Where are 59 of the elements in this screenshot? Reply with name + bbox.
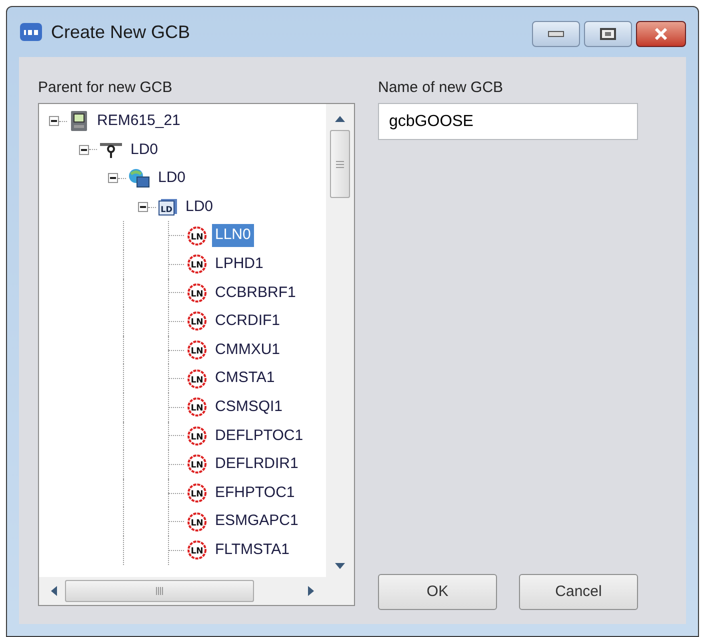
tree-item[interactable]: CCBRBRF1: [212, 282, 299, 304]
ld-icon: LD: [158, 198, 178, 216]
ln-icon: LN: [187, 483, 207, 504]
tree-item[interactable]: CMMXU1: [212, 338, 284, 362]
tree-item[interactable]: REM615_21: [94, 110, 184, 133]
tree-item[interactable]: LD0: [155, 167, 189, 190]
vertical-scrollbar[interactable]: [326, 104, 354, 577]
collapse-toggle[interactable]: [49, 116, 59, 126]
maximize-icon: [600, 28, 616, 40]
tree-item[interactable]: DEFLPTOC1: [212, 424, 306, 448]
grip-icon: [156, 587, 164, 595]
scroll-up-icon: [335, 116, 345, 122]
collapse-toggle[interactable]: [138, 202, 148, 212]
tree-item[interactable]: CMSTA1: [212, 367, 278, 390]
close-button[interactable]: [636, 21, 686, 47]
ln-icon: LN: [187, 454, 207, 474]
field-label: Name of new GCB: [378, 78, 504, 98]
ln-icon: LN: [187, 340, 207, 360]
ln-icon: LN: [187, 254, 207, 274]
tree-item[interactable]: LD0: [128, 138, 162, 162]
ln-icon: LN: [187, 282, 207, 303]
ln-icon: LN: [187, 512, 207, 532]
tree-item[interactable]: LPHD1: [212, 253, 266, 276]
device-icon: [69, 110, 89, 132]
dialog-button[interactable]: OK: [378, 574, 497, 610]
tree-item[interactable]: CSMSQI1: [212, 396, 286, 418]
scroll-left-icon: [51, 586, 57, 596]
collapse-toggle[interactable]: [108, 173, 118, 184]
scroll-down-icon: [335, 563, 345, 569]
tree-item[interactable]: FLTMSTA1: [212, 538, 292, 562]
ln-icon: LN: [187, 226, 207, 246]
ln-icon: LN: [187, 311, 207, 332]
ln-icon: LN: [187, 368, 207, 389]
name-input-field[interactable]: gcbGOOSE: [378, 103, 638, 140]
globe-server-icon: [128, 168, 150, 188]
tree-item[interactable]: CCRDIF1: [212, 310, 284, 333]
close-icon: [653, 28, 669, 40]
tree-item[interactable]: ESMGAPC1: [212, 510, 302, 533]
app-logo-icon: [19, 22, 43, 42]
ln-icon: LN: [187, 426, 207, 446]
ln-icon: LN: [187, 397, 207, 418]
tree-item[interactable]: DEFLRDIR1: [212, 453, 302, 476]
scroll-thumb[interactable]: [65, 580, 254, 602]
minimize-icon: [548, 31, 564, 37]
ln-icon: LN: [187, 540, 207, 560]
pin-icon: [98, 142, 122, 158]
minimize-button[interactable]: [532, 21, 580, 47]
dialog-button[interactable]: Cancel: [519, 574, 638, 610]
tree-item[interactable]: LD0: [182, 196, 216, 218]
horizontal-scrollbar[interactable]: [39, 577, 354, 605]
maximize-button[interactable]: [584, 21, 632, 47]
window-title: Create New GCB: [51, 20, 190, 44]
collapse-toggle[interactable]: [78, 144, 88, 155]
field-label: Parent for new GCB: [38, 78, 174, 98]
scroll-thumb[interactable]: [330, 130, 350, 198]
tree-item[interactable]: LLN0: [212, 224, 254, 247]
tree-item[interactable]: EFHPTOC1: [212, 482, 298, 504]
grip-icon: [336, 160, 344, 168]
scroll-right-icon: [308, 586, 314, 596]
